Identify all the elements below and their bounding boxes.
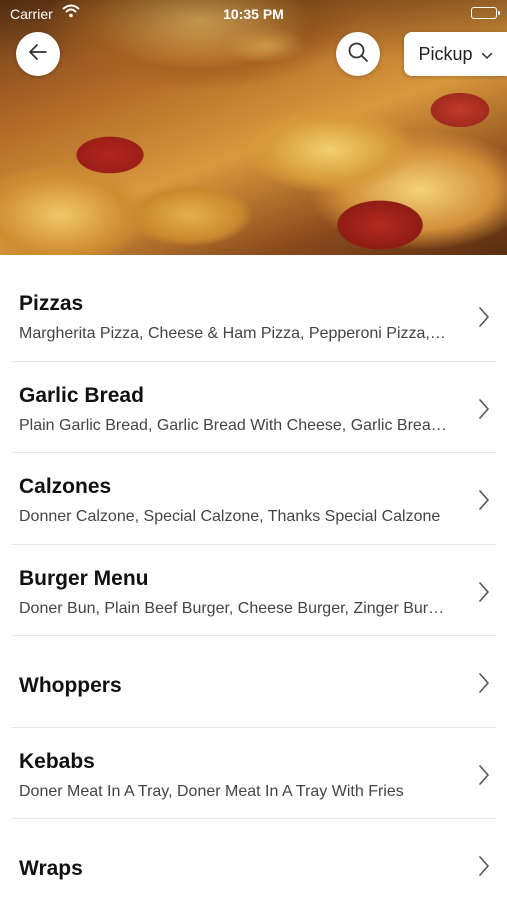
category-row-whoppers[interactable]: Whoppers <box>11 636 496 728</box>
chevron-down-icon <box>481 44 493 65</box>
category-title: Garlic Bread <box>19 383 144 407</box>
pickup-dropdown-button[interactable]: Pickup <box>404 32 507 76</box>
category-subtitle: Plain Garlic Bread, Garlic Bread With Ch… <box>19 416 449 434</box>
category-row-burger-menu[interactable]: Burger Menu Doner Bun, Plain Beef Burger… <box>11 545 496 636</box>
status-time: 10:35 PM <box>223 6 284 22</box>
category-subtitle: Donner Calzone, Special Calzone, Thanks … <box>19 508 441 525</box>
chevron-right-icon <box>478 855 490 882</box>
status-bar: Carrier 10:35 PM <box>0 0 507 28</box>
search-icon <box>347 41 369 68</box>
menu-category-list: Pizzas Margherita Pizza, Cheese & Ham Pi… <box>0 270 507 900</box>
chevron-right-icon <box>478 489 490 516</box>
category-title: Calzones <box>19 475 112 498</box>
search-button[interactable] <box>336 32 380 76</box>
category-subtitle: Doner Bun, Plain Beef Burger, Cheese Bur… <box>19 599 449 617</box>
category-title: Whoppers <box>19 674 122 697</box>
category-title: Wraps <box>19 857 83 880</box>
arrow-left-icon <box>26 40 50 69</box>
chevron-right-icon <box>478 306 490 333</box>
category-row-pizzas[interactable]: Pizzas Margherita Pizza, Cheese & Ham Pi… <box>11 270 496 362</box>
chevron-right-icon <box>478 764 490 791</box>
battery-icon <box>471 7 500 19</box>
category-title: Burger Menu <box>19 566 149 590</box>
pickup-label: Pickup <box>418 43 473 64</box>
chevron-right-icon <box>478 672 490 699</box>
category-row-wraps[interactable]: Wraps <box>11 819 496 900</box>
category-row-garlic-bread[interactable]: Garlic Bread Plain Garlic Bread, Garlic … <box>11 362 496 453</box>
back-button[interactable] <box>16 32 60 76</box>
chevron-right-icon <box>478 581 490 608</box>
chevron-right-icon <box>478 398 490 425</box>
category-row-kebabs[interactable]: Kebabs Doner Meat In A Tray, Doner Meat … <box>11 728 496 819</box>
category-title: Kebabs <box>19 749 95 773</box>
category-title: Pizzas <box>19 292 84 315</box>
category-subtitle: Margherita Pizza, Cheese & Ham Pizza, Pe… <box>19 325 449 342</box>
category-subtitle: Doner Meat In A Tray, Doner Meat In A Tr… <box>19 782 404 800</box>
category-row-calzones[interactable]: Calzones Donner Calzone, Special Calzone… <box>11 453 496 545</box>
